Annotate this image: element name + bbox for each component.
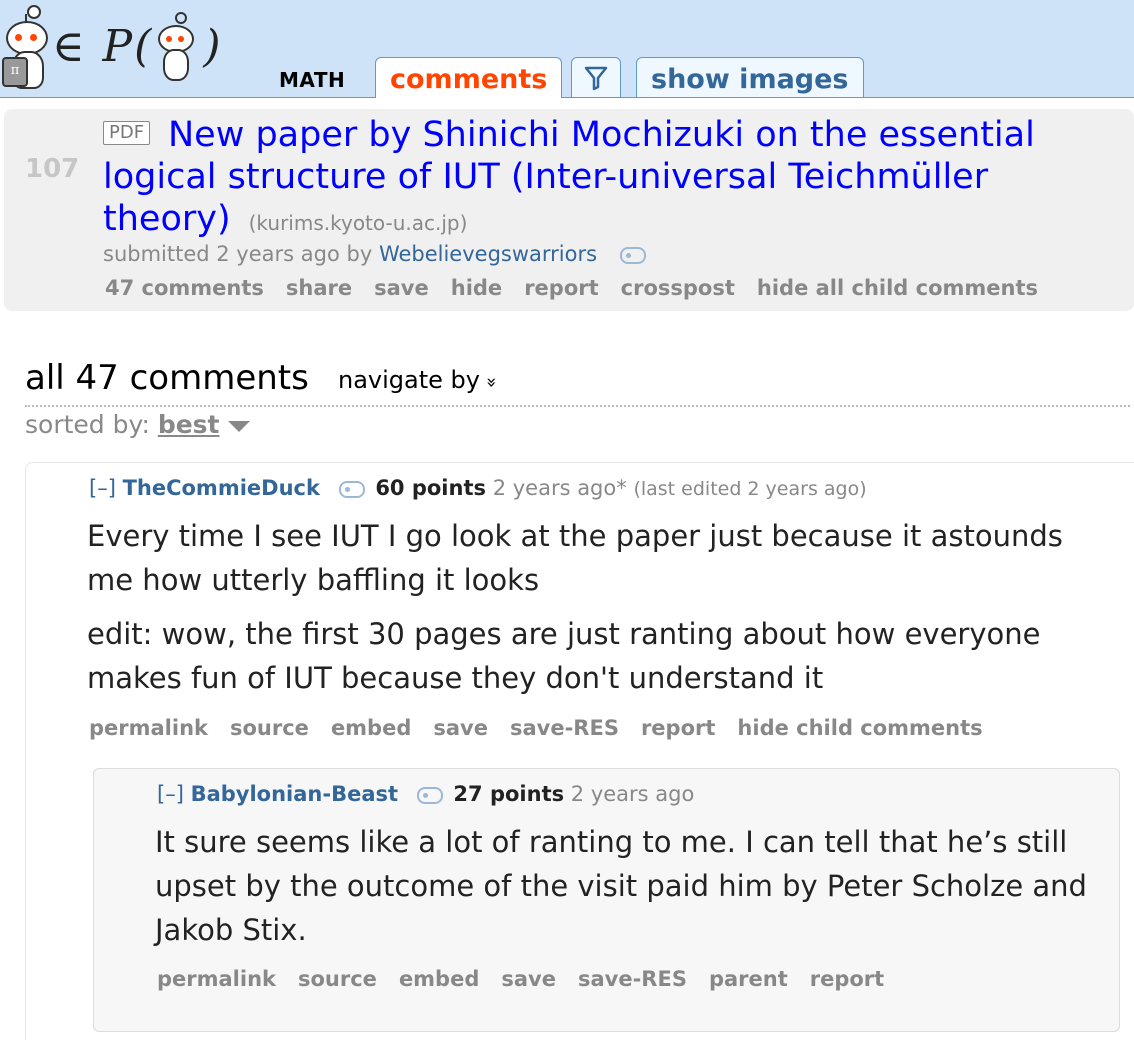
sorted-label: sorted by: — [25, 410, 150, 439]
comment-points: 60 points — [375, 476, 486, 500]
post-crosspost-button[interactable]: crosspost — [621, 276, 735, 300]
logo-close-paren: ) — [203, 20, 223, 72]
chat-icon[interactable] — [619, 246, 646, 264]
save-res-button[interactable]: save-RES — [510, 716, 619, 740]
submitted-text: submitted 2 years ago by — [103, 242, 373, 266]
save-res-button[interactable]: save-RES — [578, 967, 687, 991]
save-button[interactable]: save — [433, 716, 488, 740]
post-report-button[interactable]: report — [524, 276, 598, 300]
post-save-button[interactable]: save — [374, 276, 429, 300]
report-button[interactable]: report — [810, 967, 884, 991]
permalink-button[interactable]: permalink — [157, 967, 276, 991]
tab-filter[interactable] — [571, 57, 621, 97]
chevron-down-icon: » — [480, 376, 502, 389]
sort-menu: sorted by: best — [25, 410, 250, 439]
embed-button[interactable]: embed — [331, 716, 411, 740]
embed-button[interactable]: embed — [399, 967, 479, 991]
subreddit-logo[interactable]: π ∈ P( ) — [0, 2, 223, 90]
comment-author[interactable]: Babylonian-Beast — [191, 782, 398, 806]
pdf-flair: PDF — [103, 121, 151, 145]
post-title-link[interactable]: New paper by Shinichi Mochizuki on the e… — [103, 115, 1035, 239]
comment-paragraph: It sure seems like a lot of ranting to m… — [155, 825, 1087, 947]
subreddit-name[interactable]: MATH — [279, 68, 345, 92]
hide-all-child-button[interactable]: hide all child comments — [757, 276, 1038, 300]
post-buttons: 47 comments share save hide report cross… — [105, 276, 1060, 300]
save-button[interactable]: save — [501, 967, 556, 991]
logo-set-symbols: ∈ P( — [52, 20, 154, 72]
post-title-block: New paper by Shinichi Mochizuki on the e… — [103, 114, 1103, 244]
divider — [25, 405, 1130, 407]
report-button[interactable]: report — [641, 716, 715, 740]
comments-heading: all 47 comments — [25, 358, 309, 398]
permalink-button[interactable]: permalink — [89, 716, 208, 740]
comment-edited: (last edited 2 years ago) — [633, 478, 867, 500]
collapse-toggle[interactable]: [–] — [89, 476, 116, 500]
pi-badge: π — [2, 57, 28, 87]
comment-time: 2 years ago* — [492, 476, 627, 500]
reddit-alien-icon: π — [0, 3, 48, 89]
filter-icon — [584, 66, 608, 90]
navigate-by[interactable]: navigate by» — [338, 366, 502, 394]
comment-buttons: permalink source embed save save-RES par… — [157, 967, 906, 991]
comment-tagline: [–] TheCommieDuck 60 points 2 years ago*… — [89, 476, 867, 500]
comment-tagline: [–] Babylonian-Beast 27 points 2 years a… — [157, 782, 694, 806]
tab-comments[interactable]: comments — [375, 57, 563, 98]
comment-time: 2 years ago — [570, 782, 695, 806]
source-button[interactable]: source — [230, 716, 309, 740]
chat-icon[interactable] — [416, 786, 443, 804]
collapse-toggle[interactable]: [–] — [157, 782, 184, 806]
post-author[interactable]: Webelievegswarriors — [379, 242, 597, 266]
comment-author[interactable]: TheCommieDuck — [123, 476, 320, 500]
hide-child-button[interactable]: hide child comments — [737, 716, 982, 740]
comment-body: It sure seems like a lot of ranting to m… — [155, 820, 1090, 962]
site-header: π ∈ P( ) MATH comments show images — [0, 0, 1134, 98]
post-hide-button[interactable]: hide — [451, 276, 502, 300]
post-score: 107 — [25, 154, 80, 184]
post-share-button[interactable]: share — [286, 276, 352, 300]
parent-button[interactable]: parent — [709, 967, 788, 991]
comment-paragraph: Every time I see IUT I go look at the pa… — [87, 519, 1063, 597]
post-comments-button[interactable]: 47 comments — [105, 276, 264, 300]
chat-icon[interactable] — [338, 480, 365, 498]
comment-points: 27 points — [453, 782, 565, 806]
comment-buttons: permalink source embed save save-RES rep… — [89, 716, 1005, 740]
comment-paragraph: edit: wow, the first 30 pages are just r… — [87, 617, 1041, 695]
post-tagline: submitted 2 years ago by Webelievegswarr… — [103, 242, 646, 266]
tab-show-images[interactable]: show images — [636, 57, 864, 97]
comment-body: Every time I see IUT I go look at the pa… — [87, 514, 1087, 710]
dropdown-arrow-icon[interactable] — [227, 420, 250, 432]
sort-dropdown[interactable]: best — [158, 410, 220, 439]
small-alien-icon — [153, 11, 199, 81]
source-button[interactable]: source — [298, 967, 377, 991]
post-domain[interactable]: (kurims.kyoto-u.ac.jp) — [249, 211, 468, 235]
